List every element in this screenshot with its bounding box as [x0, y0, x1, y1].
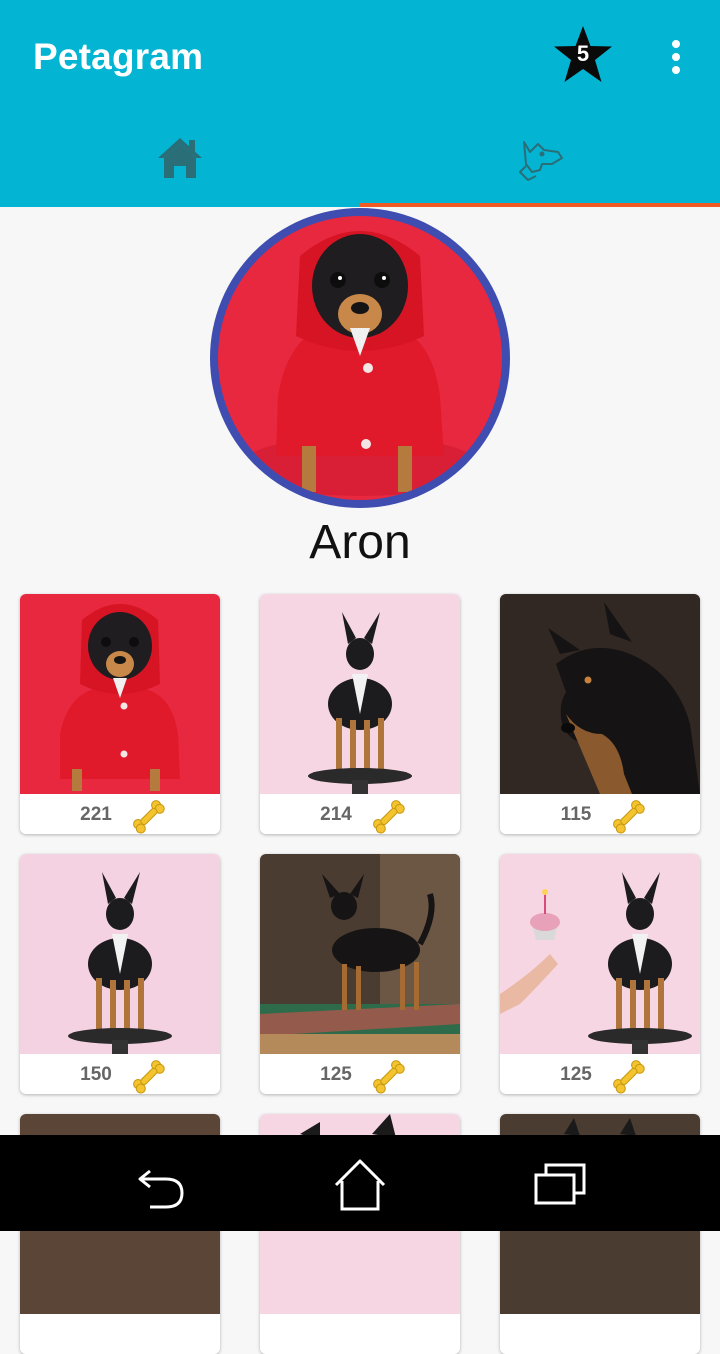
- photo-card[interactable]: 214: [260, 594, 460, 834]
- pet-photo: [20, 594, 220, 794]
- profile-avatar: [210, 208, 510, 508]
- recents-icon: [534, 1163, 586, 1205]
- bone-icon: [610, 798, 646, 834]
- likes-count: 150: [80, 1064, 112, 1085]
- photo-card[interactable]: 115: [500, 594, 700, 834]
- home-icon: [334, 1159, 386, 1211]
- home-button[interactable]: [330, 1157, 390, 1213]
- bone-icon: [370, 1058, 406, 1094]
- tab-home[interactable]: [0, 112, 360, 205]
- dog-icon: [519, 141, 563, 181]
- photo-card[interactable]: 125: [260, 854, 460, 1094]
- home-icon: [158, 138, 202, 178]
- likes-count: 125: [320, 1064, 352, 1085]
- tab-profile[interactable]: [360, 112, 720, 205]
- pet-photo: [500, 594, 700, 794]
- favorites-count-badge: 5: [576, 41, 590, 66]
- selected-tab-indicator: [360, 203, 720, 207]
- recents-button[interactable]: [530, 1157, 590, 1213]
- photo-card[interactable]: 125: [500, 854, 700, 1094]
- pet-photo: [500, 854, 700, 1054]
- bone-icon: [610, 1058, 646, 1094]
- avatar-photo: [218, 216, 502, 500]
- system-navigation-bar: [0, 1135, 720, 1231]
- bone-icon: [130, 798, 166, 834]
- app-title: Petagram: [33, 36, 204, 77]
- dot-icon: [672, 66, 680, 74]
- pet-photo: [260, 854, 460, 1054]
- favorites-button[interactable]: 5: [552, 24, 614, 86]
- app-bar: Petagram 5: [0, 0, 720, 207]
- pet-photo: [20, 854, 220, 1054]
- overflow-menu-button[interactable]: [660, 36, 692, 78]
- likes-count: 115: [560, 804, 592, 825]
- likes-count: 214: [320, 804, 352, 825]
- bone-icon: [370, 798, 406, 834]
- likes-count: 221: [80, 804, 112, 825]
- dot-icon: [672, 40, 680, 48]
- likes-count: 125: [560, 1064, 592, 1085]
- bone-icon: [130, 1058, 166, 1094]
- dot-icon: [672, 53, 680, 61]
- pet-photo: [260, 594, 460, 794]
- photo-card[interactable]: 150: [20, 854, 220, 1094]
- back-button[interactable]: [130, 1157, 190, 1213]
- photo-card[interactable]: 221: [20, 594, 220, 834]
- back-icon: [138, 1169, 184, 1209]
- pet-name: Aron: [309, 516, 411, 569]
